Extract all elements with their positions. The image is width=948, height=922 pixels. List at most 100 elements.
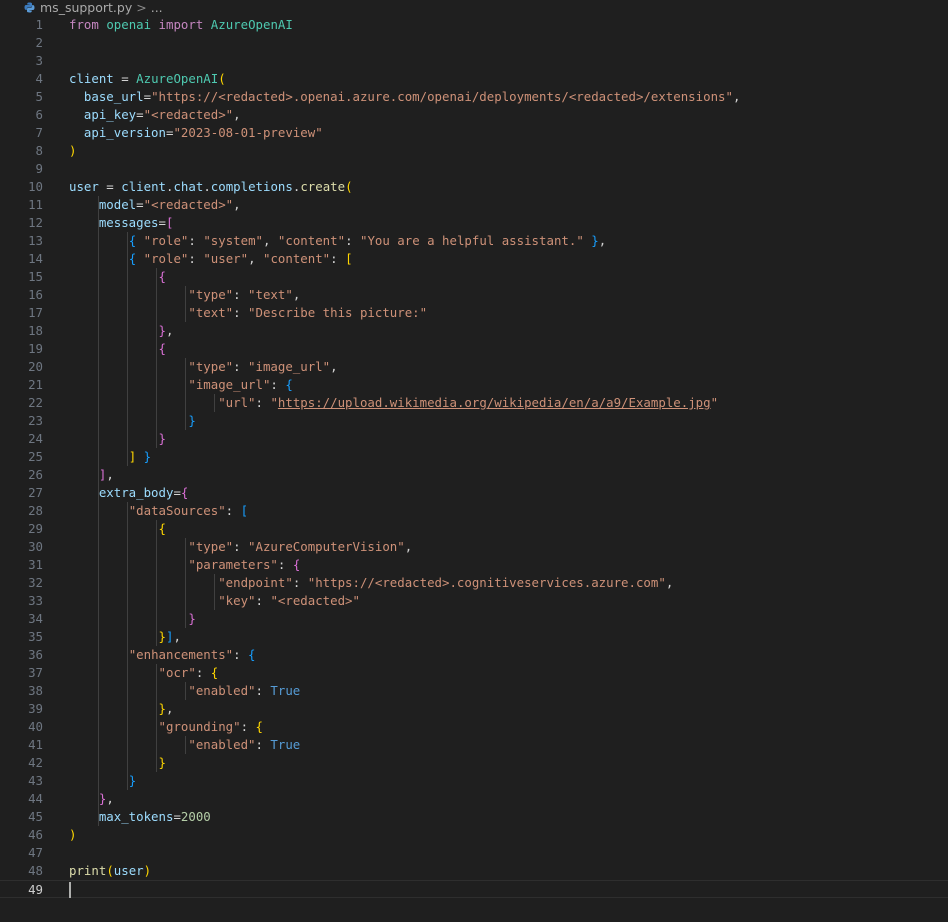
code-line[interactable]: 32 "endpoint": "https://<redacted>.cogni… — [0, 574, 948, 592]
code-line[interactable]: 42 } — [0, 754, 948, 772]
code-token: : — [292, 575, 308, 590]
code-line[interactable]: 5 base_url="https://<redacted>.openai.az… — [0, 88, 948, 106]
code-line[interactable]: 17 "text": "Describe this picture:" — [0, 304, 948, 322]
code-text: "enabled": True — [69, 736, 300, 754]
code-text: "parameters": { — [69, 556, 300, 574]
line-number: 8 — [35, 143, 43, 158]
code-line[interactable]: 40 "grounding": { — [0, 718, 948, 736]
breadcrumb-file[interactable]: ms_support.py — [40, 0, 132, 15]
code-line[interactable]: 14 { "role": "user", "content": [ — [0, 250, 948, 268]
code-token: : — [188, 233, 204, 248]
code-editor[interactable]: 1 from openai import AzureOpenAI 2 3 4 client… — [0, 16, 948, 922]
code-token: True — [270, 737, 301, 752]
code-line[interactable]: 28 "dataSources": [ — [0, 502, 948, 520]
code-text: }, — [69, 700, 174, 718]
line-number: 5 — [35, 89, 43, 104]
code-text: print(user) — [69, 862, 151, 880]
code-line[interactable]: 48 print(user) — [0, 862, 948, 880]
code-line[interactable]: 4 client = AzureOpenAI( — [0, 70, 948, 88]
code-line[interactable]: 26 ], — [0, 466, 948, 484]
line-number: 14 — [28, 251, 43, 266]
code-token: chat — [173, 179, 204, 194]
code-text: { "role": "system", "content": "You are … — [69, 232, 607, 250]
code-line[interactable]: 45 max_tokens=2000 — [0, 808, 948, 826]
code-token: "grounding" — [158, 719, 241, 734]
code-token: api_version — [83, 125, 166, 140]
code-line[interactable]: 2 — [0, 34, 948, 52]
code-token: } — [158, 755, 166, 770]
code-line[interactable]: 43 } — [0, 772, 948, 790]
code-token: "image_url" — [188, 377, 271, 392]
code-line[interactable]: 1 from openai import AzureOpenAI — [0, 16, 948, 34]
code-line[interactable]: 49 — [0, 880, 948, 898]
code-line[interactable]: 36 "enhancements": { — [0, 646, 948, 664]
code-line[interactable]: 7 api_version="2023-08-01-preview" — [0, 124, 948, 142]
code-line[interactable]: 24 } — [0, 430, 948, 448]
code-token: : — [255, 593, 271, 608]
code-line[interactable]: 18 }, — [0, 322, 948, 340]
code-line[interactable]: 15 { — [0, 268, 948, 286]
code-text: ] } — [69, 448, 151, 466]
code-token: "https://<redacted>.cognitiveservices.az… — [307, 575, 666, 590]
line-number: 9 — [35, 161, 43, 176]
code-token: , — [732, 89, 741, 104]
code-line[interactable]: 3 — [0, 52, 948, 70]
code-token: } — [143, 449, 152, 464]
code-token[interactable]: https://upload.wikimedia.org/wikipedia/e… — [278, 395, 711, 410]
code-line[interactable]: 9 — [0, 160, 948, 178]
code-line[interactable]: 12 messages=[ — [0, 214, 948, 232]
line-number: 49 — [28, 882, 43, 897]
code-line[interactable]: 29 { — [0, 520, 948, 538]
code-line[interactable]: 33 "key": "<redacted>" — [0, 592, 948, 610]
code-line[interactable]: 41 "enabled": True — [0, 736, 948, 754]
text-cursor — [69, 882, 71, 898]
code-line[interactable]: 38 "enabled": True — [0, 682, 948, 700]
code-line[interactable]: 27 extra_body={ — [0, 484, 948, 502]
code-line[interactable]: 39 }, — [0, 700, 948, 718]
code-token: , — [665, 575, 674, 590]
line-number: 1 — [35, 17, 43, 32]
code-line[interactable]: 46) — [0, 826, 948, 844]
code-line[interactable]: 20 "type": "image_url", — [0, 358, 948, 376]
code-line[interactable]: 10 user = client.chat.completions.create( — [0, 178, 948, 196]
code-line[interactable]: 13 { "role": "system", "content": "You a… — [0, 232, 948, 250]
code-line[interactable]: 22 "url": "https://upload.wikimedia.org/… — [0, 394, 948, 412]
code-line[interactable]: 34 } — [0, 610, 948, 628]
line-number: 26 — [28, 467, 43, 482]
code-text: model="<redacted>", — [69, 196, 241, 214]
code-line[interactable]: 8) — [0, 142, 948, 160]
code-token: : — [188, 251, 204, 266]
code-line[interactable]: 25 ] } — [0, 448, 948, 466]
code-line[interactable]: 23 } — [0, 412, 948, 430]
code-line[interactable]: 19 { — [0, 340, 948, 358]
code-line[interactable]: 44 }, — [0, 790, 948, 808]
code-token: " — [270, 395, 278, 410]
code-line[interactable]: 6 api_key="<redacted>", — [0, 106, 948, 124]
code-token: "enhancements" — [128, 647, 234, 662]
breadcrumb-symbol[interactable]: ... — [151, 0, 163, 15]
code-line[interactable]: 35 }], — [0, 628, 948, 646]
code-token: , — [233, 107, 241, 122]
code-line[interactable]: 47 — [0, 844, 948, 862]
code-line[interactable]: 21 "image_url": { — [0, 376, 948, 394]
code-line[interactable]: 30 "type": "AzureComputerVision", — [0, 538, 948, 556]
code-line[interactable]: 37 "ocr": { — [0, 664, 948, 682]
code-line[interactable]: 11 model="<redacted>", — [0, 196, 948, 214]
line-number: 3 — [35, 53, 43, 68]
line-number: 36 — [28, 647, 43, 662]
code-line[interactable]: 16 "type": "text", — [0, 286, 948, 304]
code-token: "Describe this picture:" — [248, 305, 428, 320]
code-token: "<redacted>" — [270, 593, 360, 608]
code-token: } — [158, 701, 166, 716]
code-line[interactable]: 31 "parameters": { — [0, 556, 948, 574]
line-number: 24 — [28, 431, 43, 446]
line-number: 48 — [28, 863, 43, 878]
